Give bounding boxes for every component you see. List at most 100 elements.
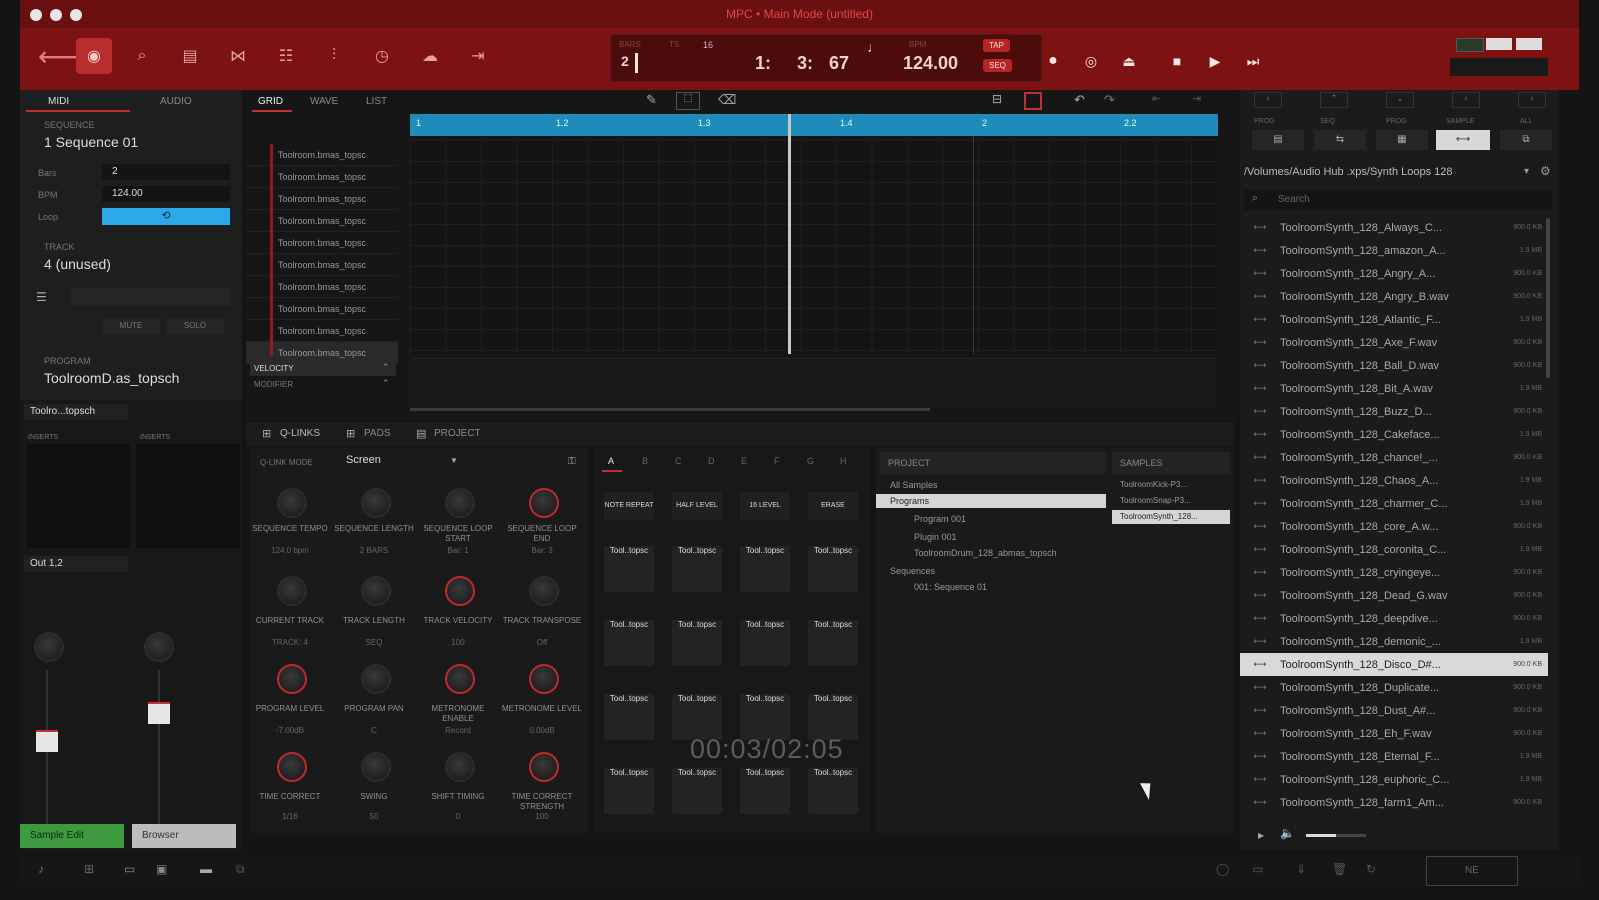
knob-tc-strength[interactable]	[529, 752, 559, 782]
knob-metronome-enable[interactable]	[445, 664, 475, 694]
grid-icon[interactable]: ⊞	[84, 862, 94, 876]
browser-list-item[interactable]: ⟷ ToolroomSynth_128_Chaos_A... 1.9 MB	[1240, 469, 1548, 492]
tab-wave[interactable]: WAVE	[310, 96, 338, 107]
mute-button[interactable]: MUTE	[102, 318, 160, 334]
zoom-in-icon[interactable]: ⇥	[1192, 92, 1201, 105]
bpm-field[interactable]: 124.00	[102, 186, 230, 202]
velocity-lane-tab[interactable]: VELOCITY	[250, 362, 396, 376]
browser-list-item[interactable]: ⟷ ToolroomSynth_128_amazon_A... 1.9 MB	[1240, 239, 1548, 262]
note-grid[interactable]	[410, 140, 1218, 354]
bank-tab[interactable]: A	[608, 456, 614, 466]
knob-track-length[interactable]	[361, 576, 391, 606]
channel-mixer-icon[interactable]: ☷	[268, 38, 304, 74]
filter-tab[interactable]: ALL	[1520, 118, 1532, 125]
overdub-icon[interactable]: ◎	[1078, 48, 1104, 74]
pad[interactable]: Tool..topsc	[604, 694, 654, 740]
half-level-button[interactable]: HALF LEVEL	[672, 492, 722, 520]
browser-list-item[interactable]: ⟷ ToolroomSynth_128_coronita_C... 1.9 MB	[1240, 538, 1548, 561]
gear-icon[interactable]: ⚙	[1540, 164, 1551, 178]
pad[interactable]: Tool..topsc	[604, 620, 654, 666]
browser-icon[interactable]: ⌕	[124, 38, 160, 74]
status-chip-browser[interactable]: Browser	[132, 824, 236, 848]
tab-list[interactable]: LIST	[366, 96, 387, 107]
knob-track-transpose[interactable]	[529, 576, 559, 606]
record-button-icon[interactable]: ●	[1040, 48, 1066, 74]
knob-loop-end[interactable]	[529, 488, 559, 518]
bank-tab[interactable]: F	[774, 456, 780, 466]
browser-list-item[interactable]: ⟷ ToolroomSynth_128_charmer_C... 1.9 MB	[1240, 492, 1548, 515]
tab-project[interactable]: PROJECT	[434, 428, 481, 439]
tree-item-selected[interactable]: Programs	[876, 494, 1106, 508]
chevron-down-icon[interactable]: ▾	[1524, 166, 1529, 177]
bank-tab[interactable]: H	[840, 456, 847, 466]
nav-forward-icon[interactable]: ›	[1518, 92, 1546, 108]
nav-up-icon[interactable]: ⌃	[1320, 92, 1348, 108]
sample-item[interactable]: ToolroomKick-P3...	[1120, 480, 1187, 489]
16-level-button[interactable]: 16 LEVEL	[740, 492, 790, 520]
browser-list-item[interactable]: ⟷ ToolroomSynth_128_Dead_G.wav 900.0 KB	[1240, 584, 1548, 607]
browser-list-item[interactable]: ⟷ ToolroomSynth_128_Angry_B.wav 900.0 KB	[1240, 285, 1548, 308]
sliders-icon[interactable]: ⫶	[316, 38, 352, 74]
nav-left-icon[interactable]: ‹	[1452, 92, 1480, 108]
browser-list-item[interactable]: ⟷ ToolroomSynth_128_Disco_D#... 900.0 KB	[1240, 653, 1548, 676]
metronome-icon[interactable]: ♩	[867, 39, 881, 55]
knob-track-velocity[interactable]	[445, 576, 475, 606]
status-chip-sample-edit[interactable]: Sample Edit	[20, 824, 124, 848]
browser-list-item[interactable]: ⟷ ToolroomSynth_128_Eh_F.wav 900.0 KB	[1240, 722, 1548, 745]
filter-all-icon[interactable]: ⧉	[1500, 130, 1552, 150]
play-start-icon[interactable]: ⏭	[1240, 48, 1266, 74]
browser-list-item[interactable]: ⟷ ToolroomSynth_128_Bit_A.wav 1.9 MB	[1240, 377, 1548, 400]
position-bar[interactable]: 1:	[755, 53, 771, 74]
browser-list-item[interactable]: ⟷ ToolroomSynth_128_Always_C... 900.0 KB	[1240, 216, 1548, 239]
filter-tab[interactable]: SAMPLE	[1446, 118, 1474, 125]
pan-knob-1[interactable]	[34, 632, 64, 662]
pad[interactable]: Tool..topsc	[604, 768, 654, 814]
folder-icon[interactable]: ▭	[124, 862, 135, 876]
timer-icon[interactable]: ◷	[364, 38, 400, 74]
pad[interactable]: Tool..topsc	[672, 620, 722, 666]
bank-tab[interactable]: B	[642, 456, 648, 466]
filter-tab[interactable]: SEQ	[1320, 118, 1335, 125]
tab-pads[interactable]: PADS	[364, 428, 391, 439]
tab-grid[interactable]: GRID	[258, 96, 283, 107]
sequence-name[interactable]: 1 Sequence 01	[44, 134, 138, 150]
folder-open-icon[interactable]: ▬	[200, 862, 212, 876]
tab-audio[interactable]: AUDIO	[160, 96, 192, 107]
redo-icon[interactable]: ↷	[1104, 92, 1115, 108]
tree-item[interactable]: Plugin 001	[914, 532, 957, 542]
browser-list-item[interactable]: ⟷ ToolroomSynth_128_Axe_F.wav 900.0 KB	[1240, 331, 1548, 354]
position-beat[interactable]: 3:	[797, 53, 813, 74]
browser-path[interactable]: /Volumes/Audio Hub .xps/Synth Loops 128	[1244, 166, 1524, 178]
loop-toggle[interactable]: ⟲	[102, 208, 230, 225]
knob-shift-timing[interactable]	[445, 752, 475, 782]
browser-list-item[interactable]: ⟷ ToolroomSynth_128_Cakeface... 1.9 MB	[1240, 423, 1548, 446]
tree-item[interactable]: 001: Sequence 01	[914, 582, 987, 592]
output-selector[interactable]: Out 1,2	[24, 556, 128, 572]
dual-window-icon[interactable]: ⧉	[236, 862, 245, 877]
grid-row[interactable]: Toolroom.bmas_topsc	[246, 166, 398, 188]
bpm-value[interactable]: 124.00	[903, 53, 958, 74]
knob-loop-start[interactable]	[445, 488, 475, 518]
browser-list-item[interactable]: ⟷ ToolroomSynth_128_Dust_A#... 900.0 KB	[1240, 699, 1548, 722]
cloud-icon[interactable]: ☁	[412, 38, 448, 74]
browser-list-item[interactable]: ⟷ ToolroomSynth_128_demonic_... 1.9 MB	[1240, 630, 1548, 653]
bank-tab[interactable]: E	[741, 456, 747, 466]
track-name[interactable]: 4 (unused)	[44, 256, 111, 272]
browser-refresh-icon[interactable]: ↻	[1366, 862, 1376, 876]
knob-program-level[interactable]	[277, 664, 307, 694]
browser-list-item[interactable]: ⟷ ToolroomSynth_128_core_A.w... 900.0 KB	[1240, 515, 1548, 538]
filter-tab[interactable]: PROG	[1386, 118, 1407, 125]
audition-volume-slider[interactable]	[1306, 834, 1336, 837]
browser-preview-icon[interactable]: ▭	[1252, 862, 1263, 876]
filter-sequence-icon[interactable]: ⇆	[1314, 130, 1366, 150]
snap-icon[interactable]: ⊟	[992, 92, 1002, 106]
undo-icon[interactable]: ↶	[1074, 92, 1085, 108]
record-mode-icon[interactable]: ◉	[76, 38, 112, 74]
grid-row[interactable]: Toolroom.bmas_topsc	[246, 254, 398, 276]
stop-icon[interactable]: ■	[1164, 48, 1190, 74]
tree-item[interactable]: Program 001	[914, 514, 966, 524]
browser-list-item[interactable]: ⟷ ToolroomSynth_128_Duplicate... 900.0 KB	[1240, 676, 1548, 699]
bars-field[interactable]: 2	[102, 164, 230, 180]
track-type-buttons[interactable]	[70, 288, 230, 306]
modifier-expand-icon[interactable]: ⌃	[382, 378, 390, 389]
